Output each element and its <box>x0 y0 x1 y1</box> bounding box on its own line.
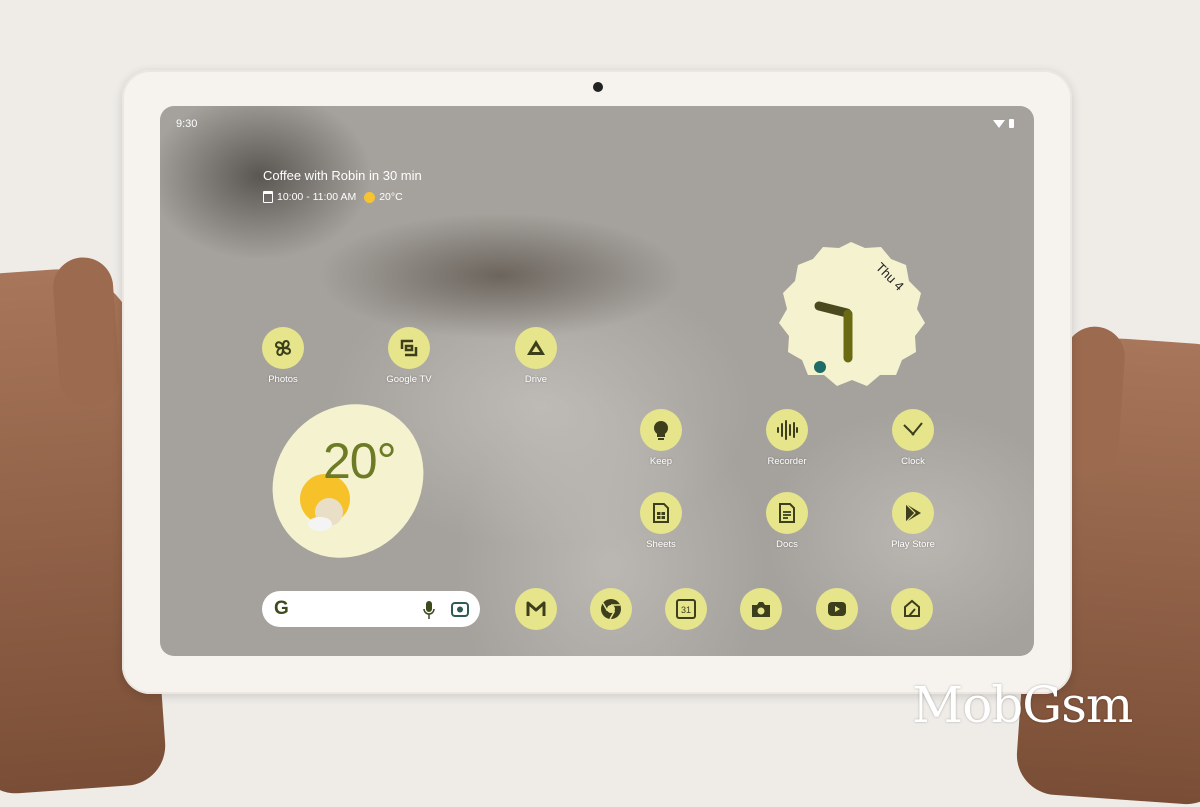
app-label: Photos <box>268 374 298 385</box>
waveform-icon <box>777 420 798 440</box>
event-title: Coffee with Robin in 30 min <box>263 168 422 183</box>
front-camera <box>593 82 603 92</box>
app-label: Docs <box>776 539 798 550</box>
event-time: 10:00 - 11:00 AM <box>277 191 357 203</box>
glance-temperature: 20°C <box>379 191 403 203</box>
gmail-icon <box>526 601 546 616</box>
dock-calendar[interactable]: 31 <box>665 588 707 630</box>
document-icon <box>779 503 795 523</box>
status-icons <box>993 119 1014 128</box>
microphone-icon[interactable] <box>422 600 436 620</box>
svg-text:31: 31 <box>681 605 691 615</box>
dock-camera[interactable] <box>740 588 782 630</box>
at-a-glance-widget[interactable]: Coffee with Robin in 30 min 10:00 - 11:0… <box>263 168 422 203</box>
youtube-icon <box>828 602 846 616</box>
clock-dot <box>814 361 826 373</box>
google-logo: G <box>274 598 289 619</box>
chrome-icon <box>601 599 621 620</box>
wifi-icon <box>993 119 1005 128</box>
battery-icon <box>1009 119 1014 128</box>
camera-icon <box>752 602 770 617</box>
app-photos[interactable]: Photos <box>238 327 328 385</box>
app-keep[interactable]: Keep <box>616 409 706 467</box>
sun-icon <box>364 191 376 203</box>
dock-gmail[interactable] <box>515 588 557 630</box>
app-clock[interactable]: Clock <box>868 409 958 467</box>
app-label: Play Store <box>891 539 935 550</box>
app-label: Recorder <box>767 456 807 467</box>
lens-camera-icon[interactable] <box>451 600 469 618</box>
drive-icon <box>527 340 545 355</box>
app-google-tv[interactable]: Google TV <box>364 327 454 385</box>
google-search-bar[interactable]: G <box>262 591 480 627</box>
app-docs[interactable]: Docs <box>742 492 832 550</box>
weather-temperature: 20° <box>323 433 397 489</box>
dock-home[interactable] <box>891 588 933 630</box>
lightbulb-icon <box>654 421 668 440</box>
watermark: MobGsm <box>912 676 1133 734</box>
app-sheets[interactable]: Sheets <box>616 492 706 550</box>
app-drive[interactable]: Drive <box>491 327 581 385</box>
play-store-icon <box>905 503 921 523</box>
spreadsheet-icon <box>653 503 669 523</box>
app-label: Clock <box>901 456 925 467</box>
clock-icon <box>903 422 923 436</box>
pinwheel-icon <box>274 339 292 357</box>
calendar-icon <box>263 191 273 203</box>
clock-widget[interactable]: Thu 4 <box>775 240 927 390</box>
app-label: Google TV <box>386 374 432 385</box>
dock-chrome[interactable] <box>590 588 632 630</box>
app-play-store[interactable]: Play Store <box>868 492 958 550</box>
app-label: Keep <box>649 456 673 467</box>
google-tv-icon <box>400 339 418 357</box>
weather-widget[interactable]: 20° <box>268 402 426 560</box>
app-recorder[interactable]: Recorder <box>742 409 832 467</box>
dock-youtube[interactable] <box>816 588 858 630</box>
app-label: Drive <box>524 374 548 385</box>
home-icon <box>904 599 920 617</box>
app-label: Sheets <box>646 539 676 550</box>
status-time: 9:30 <box>176 118 198 130</box>
calendar-icon: 31 <box>676 599 696 619</box>
